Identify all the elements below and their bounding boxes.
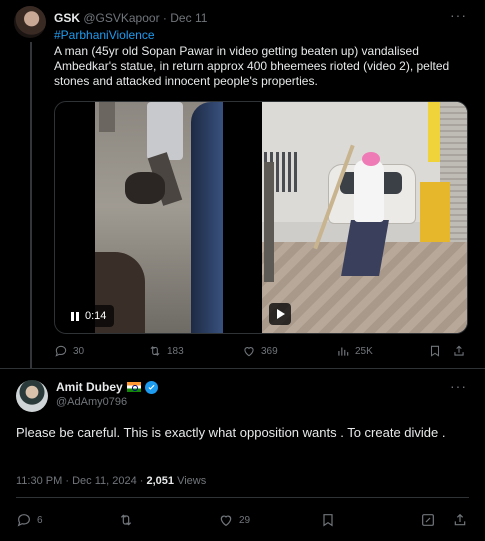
quoted-tweet[interactable]: GSK @GSVKapoor · Dec 11 ··· #ParbhaniVio… (0, 0, 485, 368)
edit-icon (422, 514, 434, 526)
video-2[interactable] (262, 102, 467, 333)
more-options-icon[interactable]: ··· (450, 7, 467, 23)
share-icon (454, 513, 466, 526)
repost-count: 183 (167, 345, 184, 357)
tweet-meta: 11:30 PM · Dec 11, 2024 · 2,051 Views (16, 475, 206, 487)
views-label: Views (177, 475, 207, 487)
like-button[interactable]: 369 (242, 344, 278, 358)
tweet-actions: 30 183 369 25K (54, 344, 468, 362)
share-button[interactable] (452, 344, 466, 358)
meta-separator: · (139, 475, 144, 487)
video-1-frame (95, 102, 223, 333)
author-handle[interactable]: @AdAmy0796 (56, 396, 127, 408)
repost-button[interactable]: 183 (148, 344, 184, 358)
views-count: 25K (355, 345, 373, 357)
reply-count: 30 (73, 345, 85, 357)
reply-button[interactable]: 30 (54, 344, 84, 358)
author-name[interactable]: GSK (54, 11, 80, 25)
meta-separator: · (65, 475, 70, 487)
reply-author[interactable]: Amit Dubey (56, 380, 158, 394)
video-time: 0:14 (85, 310, 107, 322)
india-flag-icon (126, 382, 141, 392)
bookmark-button[interactable] (428, 344, 442, 358)
repost-button[interactable] (118, 512, 134, 528)
video-time-badge[interactable]: 0:14 (63, 305, 115, 327)
hashtag-link[interactable]: #ParbhaniViolence (54, 28, 155, 42)
pause-icon[interactable] (71, 311, 79, 321)
more-options-icon[interactable]: ··· (450, 378, 467, 394)
divider (16, 497, 469, 498)
tweet-date[interactable]: Dec 11, 2024 (72, 475, 137, 487)
bookmark-icon (323, 514, 333, 527)
tweet-time[interactable]: 11:30 PM (16, 475, 62, 487)
like-button[interactable]: 29 (218, 512, 250, 528)
author-name[interactable]: Amit Dubey (56, 380, 123, 394)
tweet-header: GSK @GSVKapoor · Dec 11 (54, 10, 485, 28)
edit-button[interactable] (420, 512, 436, 528)
play-icon[interactable] (269, 303, 291, 325)
bookmark-icon (430, 345, 440, 357)
video-1[interactable]: 0:14 (55, 102, 262, 333)
reply-icon (55, 345, 67, 357)
divider (0, 368, 485, 369)
reply-icon (17, 514, 30, 527)
media-grid[interactable]: 0:14 (54, 101, 468, 334)
avatar[interactable] (16, 380, 48, 412)
heart-icon (220, 515, 232, 527)
verified-badge-icon (144, 380, 158, 394)
tweet-date[interactable]: Dec 11 (170, 11, 207, 25)
repost-icon (120, 514, 132, 526)
share-button[interactable] (452, 512, 468, 528)
reply-button[interactable]: 6 (16, 512, 43, 528)
reply-count: 6 (37, 514, 43, 526)
thread-line (30, 42, 32, 368)
views-count: 2,051 (146, 475, 175, 487)
header-separator: · (162, 11, 167, 25)
tweet-actions: 6 29 (16, 512, 469, 532)
tweet-text: Please be careful. This is exactly what … (16, 425, 446, 440)
like-count: 29 (239, 514, 251, 526)
analytics-icon (338, 347, 349, 356)
tweet-text: A man (45yr old Sopan Pawar in video get… (54, 44, 450, 88)
like-count: 369 (261, 345, 278, 357)
bookmark-button[interactable] (320, 512, 336, 528)
repost-icon (150, 346, 160, 356)
author-handle[interactable]: @GSVKapoor (83, 11, 159, 25)
avatar[interactable] (14, 6, 46, 38)
views-button[interactable]: 25K (336, 344, 373, 358)
heart-icon (244, 347, 254, 357)
share-icon (454, 345, 464, 356)
